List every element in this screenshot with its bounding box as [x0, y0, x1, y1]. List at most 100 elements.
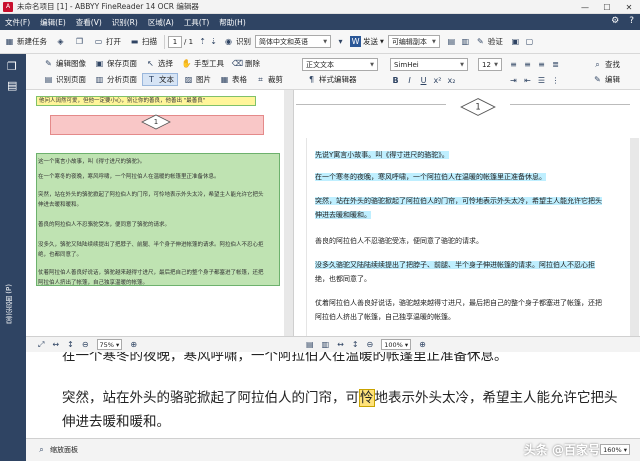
subscript-icon[interactable]: x₂ [446, 75, 457, 86]
table-area-button[interactable]: ▦ 表格 [216, 73, 250, 86]
close-button[interactable]: ✕ [618, 0, 640, 14]
window-title: 未命名项目 [1] - ABBYY FineReader 14 OCR 编辑器 [17, 2, 199, 11]
maximize-button[interactable]: ☐ [596, 0, 618, 14]
recognize-button[interactable]: ◉ 识别 [219, 36, 255, 47]
bold-icon[interactable]: B [390, 75, 401, 86]
save-page-button[interactable]: ▣ 保存页面 [91, 58, 140, 69]
recognize-page-button[interactable]: ▤ 识别页面 [40, 73, 89, 86]
zoom-out-icon[interactable]: ⊖ [367, 340, 374, 349]
text-line[interactable]: 阿拉伯人挤出了帐篷，自己独享温暖的帐篷。 [315, 312, 455, 322]
paragraph-style-select[interactable]: 正文文本 ▼ [302, 58, 378, 71]
panel-icon[interactable]: ▣ [510, 36, 521, 47]
edit-button[interactable]: ✎ 编辑 [588, 74, 624, 85]
indent-icon[interactable]: ⇥ [508, 75, 519, 86]
menu-recognize[interactable]: 识别(R) [107, 17, 143, 28]
text-pane-statusbar: ▤ ▥ ↔ ↕ ⊖ 100% ▾ ⊕ [296, 336, 640, 352]
document-icon[interactable]: ▤ [7, 79, 26, 92]
zoom-panel-button[interactable]: ⌕ 缩放面板 [36, 444, 78, 455]
font-size-select[interactable]: 12 ▼ [478, 58, 502, 71]
style-editor-button[interactable]: ¶ 样式编辑器 [302, 74, 361, 85]
image-pane[interactable]: 他问人阔然可爱，但他一定要小心，别让你的善良，他善出 "最善良" 1 这一个寓言… [26, 90, 294, 336]
page-down-icon[interactable]: ⇣ [208, 36, 219, 47]
text-line[interactable]: 突然，站在外头的骆驼掀起了阿拉伯人的门帘，可怜地表示外头太冷，希望主人能允许它把… [315, 196, 602, 206]
text-line[interactable]: 善良的阿拉伯人不忍骆驼受冻，便同意了骆驼的请求。 [315, 236, 483, 246]
language-select[interactable]: 简体中文和英语 ▼ [255, 35, 332, 48]
page-number-input[interactable]: 1 [168, 35, 182, 48]
zoom-pane[interactable]: 在一个寒冬的夜晚，寒风呼啸，一个阿拉伯人在温暖的帐篷里正准备休息。 突然，站在外… [26, 352, 640, 438]
scan-text-line: 伸进去暖和暖和。 [38, 202, 83, 208]
superscript-icon[interactable]: x² [432, 75, 443, 86]
menu-file[interactable]: 文件(F) [0, 17, 35, 28]
fit-height-icon[interactable]: ↕ [67, 340, 74, 349]
zoom-pane-select[interactable]: 160% ▾ [600, 444, 630, 455]
view-icon-2[interactable]: ▥ [322, 340, 330, 349]
text-zoom-select[interactable]: 100% ▾ [381, 339, 412, 350]
menu-help[interactable]: 帮助(H) [214, 17, 251, 28]
text-line[interactable]: 绝，也都同意了。 [315, 274, 371, 284]
outdent-icon[interactable]: ⇤ [522, 75, 533, 86]
zoom-in-icon[interactable]: ⊕ [419, 340, 426, 349]
scan-button[interactable]: ▬ 扫描 [125, 36, 161, 47]
analyze-page-button[interactable]: ▥ 分析页面 [91, 73, 140, 86]
minimize-button[interactable]: — [574, 0, 596, 14]
search-button[interactable]: ⌕ 查找 [588, 59, 624, 70]
view-icon[interactable]: ▤ [306, 340, 314, 349]
numbered-list-icon[interactable]: ⋮ [550, 75, 561, 86]
text-line[interactable]: 没多久骆驼又陆陆续续提出了把脖子、前腿、半个身子伸进帐篷的请求。阿拉伯人不忍心拒 [315, 260, 595, 270]
new-task-button[interactable]: ▦ 新建任务 [0, 36, 51, 47]
help-icon[interactable]: ? [629, 16, 634, 26]
doc-type-select[interactable]: 可编辑副本 ▼ [387, 35, 440, 48]
list-icon[interactable]: ☰ [536, 75, 547, 86]
text-line[interactable]: 在一个寒冬的夜晚，寒风呼啸，一个阿拉伯人在温暖的帐篷里正准备休息。 [315, 172, 546, 182]
text-line[interactable]: 仗着阿拉伯人善良好说话，骆驼越来越得寸进尺，最后把自己的整个身子都塞进了帐篷，还… [315, 298, 602, 308]
font-select[interactable]: SimHei ▼ [390, 58, 468, 71]
title-bar: A 未命名项目 [1] - ABBYY FineReader 14 OCR 编辑… [0, 0, 640, 14]
fit-page-icon[interactable]: ⤢ [38, 340, 44, 350]
menu-edit[interactable]: 编辑(E) [35, 17, 71, 28]
open-button[interactable]: ▭ 打开 [89, 36, 125, 47]
pages-panel-icon[interactable]: ❐ [7, 60, 26, 73]
panel-icon-2[interactable]: ▢ [524, 36, 535, 47]
align-center-icon[interactable]: ≡ [522, 59, 533, 70]
fit-width-icon[interactable]: ↔ [52, 340, 59, 349]
align-right-icon[interactable]: ≡ [536, 59, 547, 70]
delete-button[interactable]: ⌫ 删除 [229, 58, 263, 69]
align-justify-icon[interactable]: ≣ [550, 59, 561, 70]
show-pages-label[interactable]: 显示页面 (P) [4, 284, 14, 324]
pages-button[interactable]: ❐ [70, 36, 89, 47]
gear-icon[interactable]: ⚙ [611, 16, 619, 26]
zoom-in-icon[interactable]: ⊕ [130, 340, 137, 349]
language-settings-icon[interactable]: ▾ [335, 36, 346, 47]
text-area-button[interactable]: T 文本 [142, 73, 178, 86]
text-line[interactable]: 先说Y寓言小故事。叫《得寸进尺的骆驼》。 [315, 150, 449, 160]
menu-tools[interactable]: 工具(T) [179, 17, 214, 28]
fit-width-icon[interactable]: ↔ [337, 340, 344, 349]
layout-text-icon[interactable]: ▥ [460, 36, 471, 47]
hand-tool-button[interactable]: ✋ 手型工具 [178, 58, 227, 69]
italic-icon[interactable]: I [404, 75, 415, 86]
page-up-icon[interactable]: ⇡ [197, 36, 208, 47]
edit-image-button[interactable]: ✎ 编辑图像 [40, 58, 89, 69]
menu-area[interactable]: 区域(A) [143, 17, 179, 28]
layout-image-icon[interactable]: ▤ [446, 36, 457, 47]
menu-view[interactable]: 查看(V) [71, 17, 107, 28]
fit-height-icon[interactable]: ↕ [352, 340, 359, 349]
crop-button[interactable]: ⌗ 裁剪 [252, 73, 286, 86]
uncertain-char-highlight[interactable]: 怜 [359, 389, 375, 407]
align-left-icon[interactable]: ≡ [508, 59, 519, 70]
text-pane[interactable]: 1 先说Y寓言小故事。叫《得寸进尺的骆驼》。 在一个寒冬的夜晚，寒风呼啸，一个阿… [296, 90, 640, 336]
text-line[interactable]: 伸进去暖和暖和。 [315, 210, 371, 220]
underline-icon[interactable]: U [418, 75, 429, 86]
text-page[interactable]: 先说Y寓言小故事。叫《得寸进尺的骆驼》。 在一个寒冬的夜晚，寒风呼啸，一个阿拉伯… [306, 138, 622, 336]
text-pane-scrollbar[interactable] [630, 138, 639, 336]
verify-button[interactable]: ✎ 验证 [471, 36, 507, 47]
send-button[interactable]: W 发送 ▼ [346, 36, 388, 47]
image-zoom-select[interactable]: 75% ▾ [96, 339, 123, 350]
select-button[interactable]: ↖ 选择 [142, 58, 176, 69]
layers-button[interactable]: ◈ [51, 36, 70, 47]
scan-text-line: 突然，站在外头的骆驼掀起了阿拉伯人的门帘，可怜地表示外头太冷，希望主人能允许它把… [38, 192, 264, 198]
left-sidebar: ❐ ▤ 显示页面 (P) [0, 54, 26, 461]
image-pane-scrollbar[interactable] [284, 90, 293, 336]
picture-area-button[interactable]: ▨ 图片 [180, 73, 214, 86]
zoom-out-icon[interactable]: ⊖ [82, 340, 89, 349]
